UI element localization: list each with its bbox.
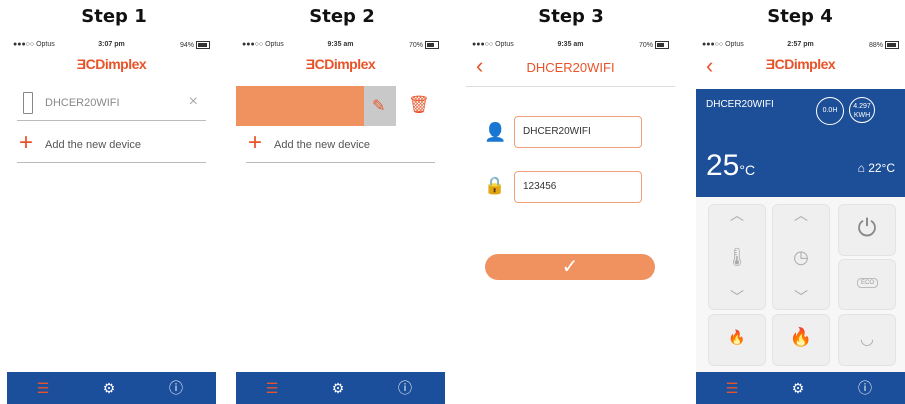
trash-icon: 🗑 — [408, 95, 430, 114]
list-icon[interactable]: ☰ — [262, 378, 282, 398]
user-icon: 👤 — [484, 122, 507, 142]
step-3-title: Step 3 — [538, 6, 604, 27]
hours-badge: 0.0H — [816, 97, 844, 125]
status-bar: ●●●○○ Optus 9:35 am 70% — [466, 38, 675, 52]
dimplex-logo: ƎCDimplex — [76, 56, 147, 72]
chevron-down-icon[interactable]: ﹀ — [709, 287, 765, 307]
battery: 70% — [409, 41, 439, 49]
chevron-up-icon[interactable]: ︿ — [709, 205, 765, 225]
status-bar: ●●●○○ Optus 3:07 pm 94% — [7, 38, 216, 52]
add-device-label: Add the new device — [45, 139, 142, 151]
step-4-title: Step 4 — [767, 6, 833, 27]
lock-icon: 🔒 — [484, 176, 506, 195]
flame-high-icon: 🔥 — [789, 327, 813, 347]
gear-icon[interactable]: ⚙ — [788, 378, 808, 398]
eco-label: ECO — [857, 278, 879, 288]
phone-step-4: ●●●○○ Optus 2:57 pm 88% ‹ ƎCDimplex DHCE… — [696, 38, 905, 404]
power-button[interactable]: ⏻ — [838, 204, 896, 256]
home-icon: ⌂ — [857, 161, 865, 175]
set-temperature: 25°C — [706, 149, 756, 182]
password-field[interactable]: 123456 — [514, 171, 642, 203]
device-row-swiped[interactable]: ✎ — [236, 86, 396, 126]
confirm-button[interactable]: ✓ — [485, 254, 655, 280]
device-name-field[interactable]: DHCER20WIFI — [514, 116, 642, 148]
temperature-control[interactable]: ︿ 🌡 ﹀ — [708, 204, 766, 310]
step-1-title: Step 1 — [81, 6, 147, 27]
thermometer-icon: 🌡 — [725, 247, 749, 267]
tab-bar: ☰ ⚙ ⓘ — [236, 372, 445, 404]
device-row[interactable]: DHCER20WIFI × — [17, 86, 206, 121]
add-device-label: Add the new device — [274, 139, 371, 151]
battery: 88% — [869, 41, 899, 49]
device-name: DHCER20WIFI — [706, 99, 774, 110]
heater-icon — [23, 92, 33, 114]
phone-step-3: ●●●○○ Optus 9:35 am 70% ‹ DHCER20WIFI 👤 … — [466, 38, 675, 404]
battery: 70% — [639, 41, 669, 49]
timer-control[interactable]: ︿ ◷ ﹀ — [772, 204, 830, 310]
swing-button[interactable]: ◡ — [838, 314, 896, 366]
flame-low-icon: 🔥 — [728, 329, 746, 345]
list-icon[interactable]: ☰ — [33, 378, 53, 398]
clock-icon: ◷ — [793, 247, 809, 267]
phone-step-2: ●●●○○ Optus 9:35 am 70% ƎCDimplex ✎ 🗑 + … — [236, 38, 445, 404]
power-icon: ⏻ — [857, 215, 877, 242]
close-icon[interactable]: × — [189, 93, 198, 111]
chevron-up-icon[interactable]: ︿ — [773, 205, 829, 225]
add-device-row[interactable]: + Add the new device — [17, 128, 206, 163]
gear-icon[interactable]: ⚙ — [99, 378, 119, 398]
nav-divider — [466, 86, 675, 87]
gear-icon[interactable]: ⚙ — [328, 378, 348, 398]
tab-bar: ☰ ⚙ ⓘ — [7, 372, 216, 404]
flame-high-button[interactable]: 🔥 — [772, 314, 830, 366]
battery-icon — [425, 41, 439, 49]
add-device-row[interactable]: + Add the new device — [246, 128, 435, 163]
room-temperature: ⌂ 22°C — [857, 161, 895, 175]
pencil-icon: ✎ — [372, 98, 386, 115]
battery-icon — [885, 41, 899, 49]
phone-step-1: ●●●○○ Optus 3:07 pm 94% ƎCDimplex DHCER2… — [7, 38, 216, 404]
plus-icon: + — [248, 129, 263, 156]
info-icon[interactable]: ⓘ — [395, 378, 415, 398]
dimplex-logo: ƎCDimplex — [305, 56, 376, 72]
status-bar: ●●●○○ Optus 9:35 am 70% — [236, 38, 445, 52]
battery-icon — [196, 41, 210, 49]
heater-status-panel: DHCER20WIFI 0.0H 4.297 KWH 25°C ⌂ 22°C — [696, 89, 905, 197]
device-name: DHCER20WIFI — [45, 97, 120, 109]
step-2-title: Step 2 — [309, 6, 375, 27]
eco-button[interactable]: ECO — [838, 259, 896, 310]
battery-icon — [655, 41, 669, 49]
curve-icon: ◡ — [860, 331, 874, 348]
page-title: DHCER20WIFI — [526, 60, 615, 75]
info-icon[interactable]: ⓘ — [855, 378, 875, 398]
energy-badge: 4.297 KWH — [849, 97, 875, 123]
plus-icon: + — [19, 129, 34, 156]
list-icon[interactable]: ☰ — [722, 378, 742, 398]
status-bar: ●●●○○ Optus 2:57 pm 88% — [696, 38, 905, 52]
delete-button[interactable]: 🗑 — [396, 86, 445, 126]
tab-bar: ☰ ⚙ ⓘ — [696, 372, 905, 404]
check-icon: ✓ — [561, 256, 579, 278]
dimplex-logo: ƎCDimplex — [765, 56, 836, 72]
chevron-down-icon[interactable]: ﹀ — [773, 287, 829, 307]
battery: 94% — [180, 41, 210, 49]
flame-low-button[interactable]: 🔥 — [708, 314, 766, 366]
edit-button[interactable]: ✎ — [364, 86, 396, 126]
info-icon[interactable]: ⓘ — [166, 378, 186, 398]
